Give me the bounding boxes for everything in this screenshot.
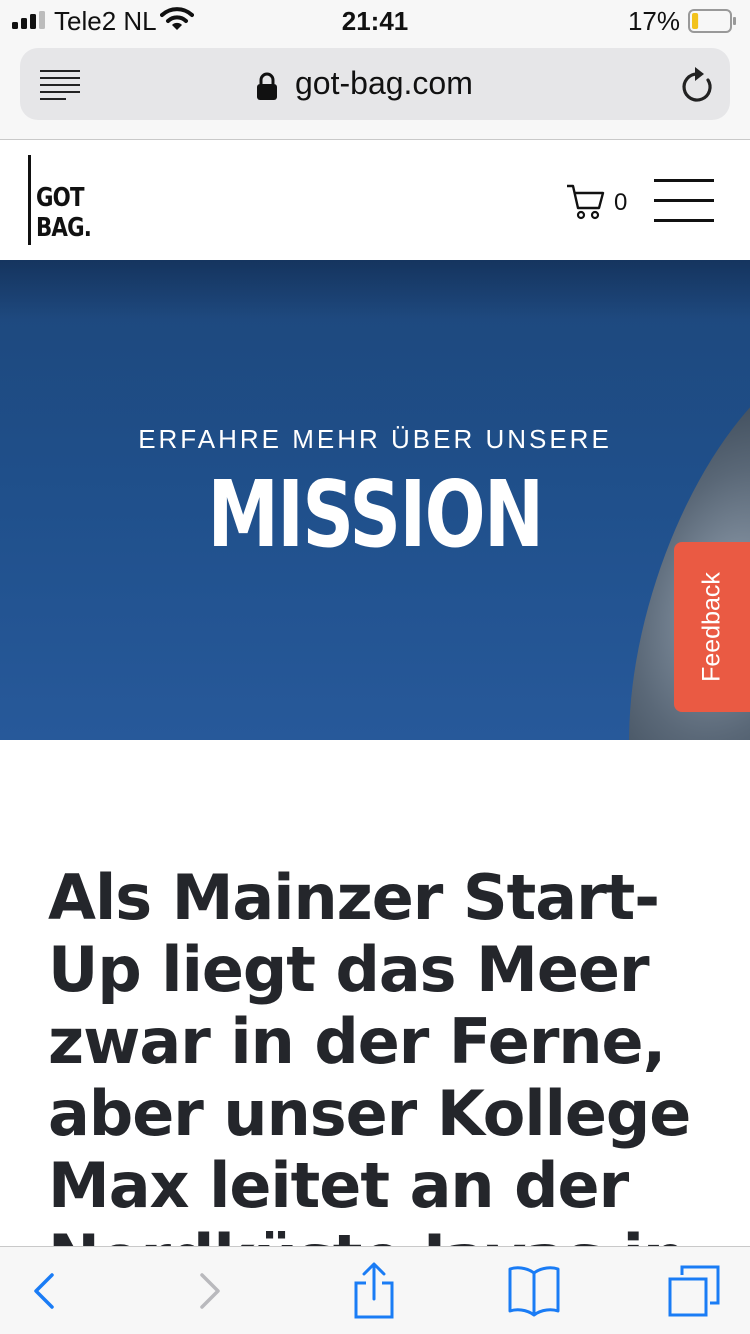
browser-address-area: got-bag.com [0,42,750,140]
battery-icon [688,9,736,33]
hero-title: MISSION [207,461,544,568]
hamburger-menu-icon[interactable] [654,179,714,223]
hero-shadow [0,260,750,320]
logo-bar [28,155,31,245]
site-header: GOT BAG. 0 [0,141,750,260]
url-text[interactable]: got-bag.com [295,65,473,102]
forward-button[interactable] [180,1261,240,1321]
back-icon [34,1273,54,1309]
feedback-tab[interactable]: Feedback [674,542,750,712]
back-button[interactable] [14,1261,74,1321]
forward-icon [200,1273,220,1309]
hero-subtitle: ERFAHRE MEHR ÜBER UNSERE [138,424,612,454]
feedback-label: Feedback [697,572,726,682]
tabs-icon [668,1265,720,1317]
browser-toolbar [0,1246,750,1334]
reload-icon[interactable] [680,66,714,104]
battery-percent: 17% [627,6,680,36]
cart-count: 0 [614,189,628,216]
got-bag-logo[interactable]: GOT BAG. [28,155,98,247]
cart-icon[interactable] [566,183,606,221]
mission-hero-banner[interactable]: ERFAHRE MEHR ÜBER UNSERE MISSION [0,260,750,740]
address-bar[interactable]: got-bag.com [20,48,730,120]
tabs-button[interactable] [664,1261,724,1321]
share-icon [354,1262,394,1319]
status-bar: Tele2 NL 21:41 17% [0,0,750,42]
bookmarks-button[interactable] [504,1261,564,1321]
bookmarks-icon [508,1266,560,1317]
article-heading: Als Mainzer Start-Up liegt das Meer zwar… [48,861,691,1247]
logo-text: GOT BAG. [36,183,92,243]
lock-icon [257,72,277,100]
share-button[interactable] [344,1261,404,1321]
reader-icon[interactable] [40,70,82,100]
article-section: Als Mainzer Start-Up liegt das Meer zwar… [0,740,750,1246]
